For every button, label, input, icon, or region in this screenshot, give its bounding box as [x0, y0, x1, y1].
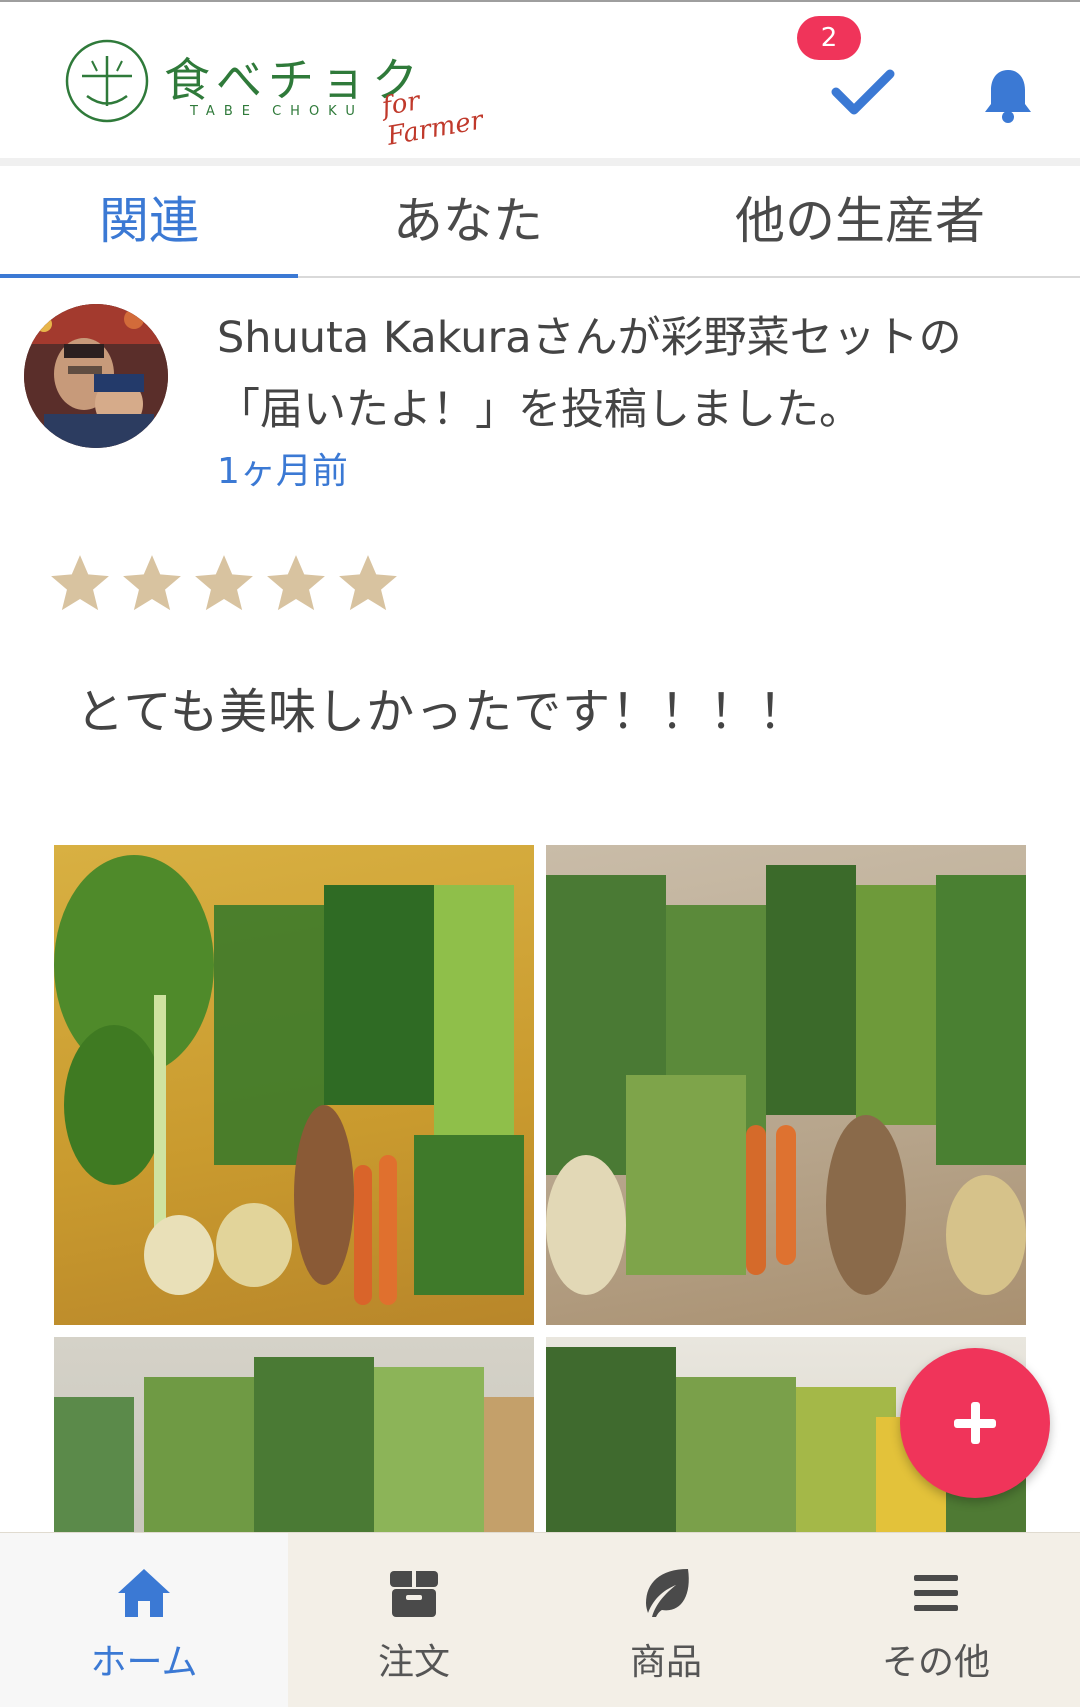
logo-subtitle: TABE CHOKU [190, 104, 364, 119]
rating-stars [46, 548, 402, 628]
nav-products-label: 商品 [629, 1642, 702, 1683]
post-comment: とても美味しかったです！！！！ [76, 684, 808, 740]
leaf-icon [646, 1569, 689, 1617]
home-icon [118, 1569, 170, 1617]
tabs-separator [0, 158, 1080, 166]
tab-related[interactable]: 関連 [0, 166, 298, 276]
tab-other-producers[interactable]: 他の生産者 [700, 166, 1020, 276]
nav-home-label: ホーム [90, 1642, 198, 1683]
logo-emblem-icon [65, 39, 149, 123]
star-icon [195, 555, 253, 611]
menu-icon [914, 1575, 958, 1611]
post-headline: Shuuta Kakuraさんが彩野菜セットの 「届いたよ！」を投稿しました。 [217, 302, 1037, 446]
post-photo-2[interactable] [546, 845, 1026, 1325]
box-icon [390, 1571, 438, 1617]
active-tab-indicator [0, 274, 298, 278]
vegetable-photo [54, 1357, 534, 1537]
add-post-button[interactable] [900, 1348, 1050, 1498]
avatar[interactable] [24, 304, 168, 448]
check-icon[interactable] [830, 62, 896, 122]
nav-more-label: その他 [881, 1642, 990, 1683]
star-icon [123, 555, 181, 611]
star-icon [51, 555, 109, 611]
star-icon [267, 555, 325, 611]
app-header: 食べチョク TABE CHOKU for Farmer 2 [0, 0, 1080, 158]
nav-orders[interactable]: 注文 [288, 1533, 540, 1707]
feed-tabs: 関連 あなた 他の生産者 [0, 166, 1080, 278]
vegetable-photo [54, 855, 524, 1305]
nav-orders-label: 注文 [377, 1642, 450, 1683]
nav-products[interactable]: 商品 [540, 1533, 792, 1707]
tab-you[interactable]: あなた [318, 166, 618, 276]
vegetable-photo [546, 865, 1026, 1295]
post-photo-3[interactable] [54, 1337, 534, 1537]
post-line-1: Shuuta Kakuraさんが彩野菜セットの [217, 313, 962, 363]
nav-home[interactable]: ホーム [0, 1533, 288, 1707]
post-timestamp: 1ヶ月前 [217, 451, 348, 492]
notification-badge: 2 [797, 16, 861, 60]
bottom-navigation: ホーム 注文 商品 その他 [0, 1532, 1080, 1707]
nav-more[interactable]: その他 [792, 1533, 1080, 1707]
tabechoku-logo[interactable]: 食べチョク TABE CHOKU for Farmer [62, 34, 502, 152]
post-line-2: 「届いたよ！」を投稿しました。 [217, 385, 862, 435]
post-photo-1[interactable] [54, 845, 534, 1325]
star-icon [339, 555, 397, 611]
avatar-photo [24, 304, 168, 448]
bell-icon[interactable] [982, 66, 1034, 124]
